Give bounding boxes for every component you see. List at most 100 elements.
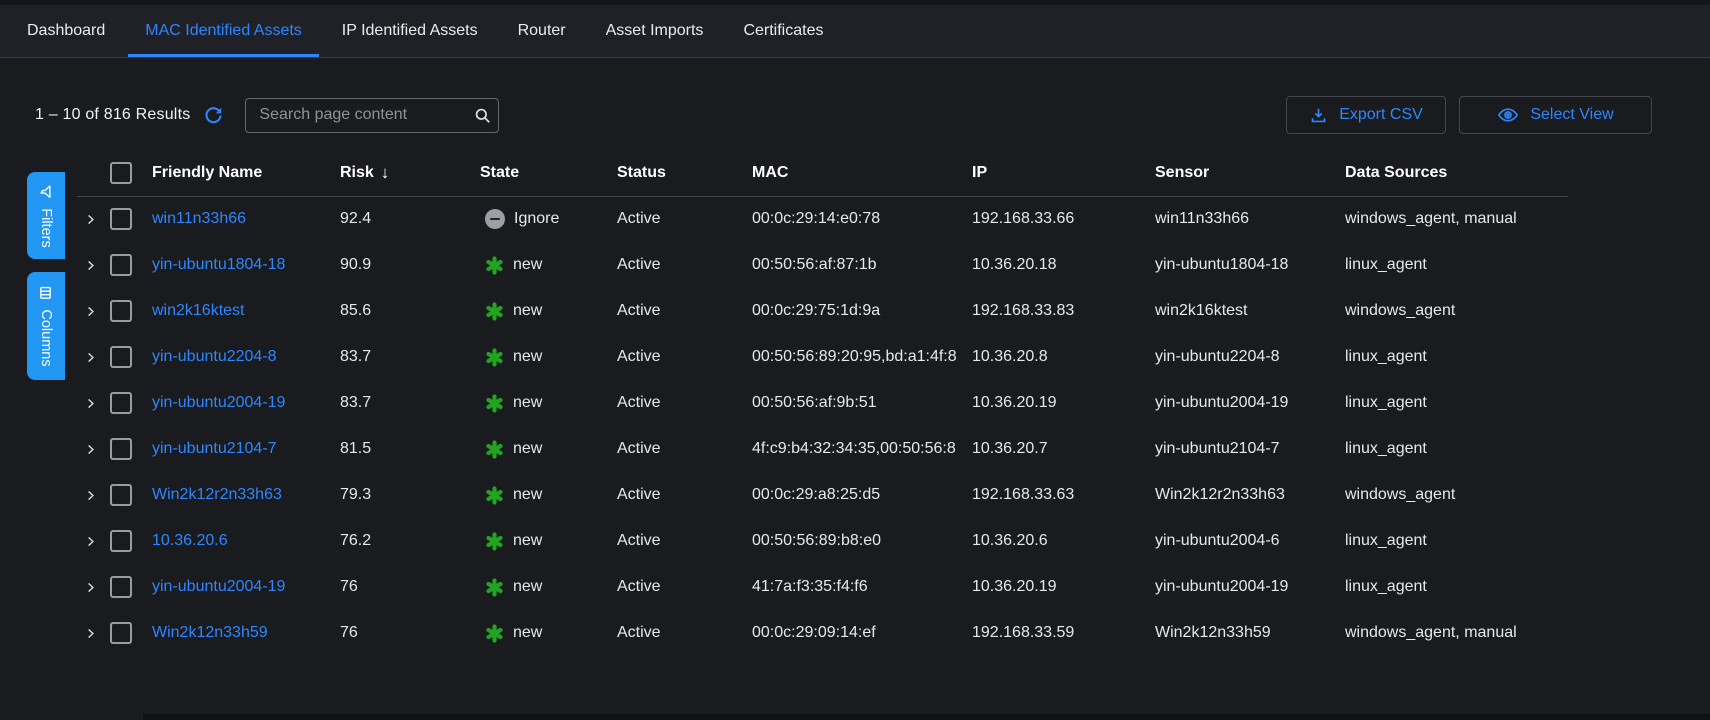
- ip-value: 10.36.20.19: [972, 380, 1057, 426]
- sensor-value: yin-ubuntu1804-18: [1155, 242, 1288, 288]
- table-row: win2k16ktest85.6newActive00:0c:29:75:1d:…: [0, 288, 1710, 334]
- ip-value: 10.36.20.8: [972, 334, 1048, 380]
- expand-row-icon[interactable]: [84, 196, 97, 242]
- select-view-button[interactable]: Select View: [1459, 96, 1652, 134]
- table-row: win11n33h6692.4IgnoreActive00:0c:29:14:e…: [0, 196, 1710, 242]
- mac-value: 00:50:56:89:b8:e0: [752, 518, 964, 564]
- tab-dashboard[interactable]: Dashboard: [10, 5, 122, 57]
- asset-name-link[interactable]: Win2k12r2n33h63: [152, 472, 282, 518]
- asset-name-link[interactable]: win11n33h66: [152, 196, 246, 242]
- select-all-checkbox[interactable]: [110, 162, 132, 184]
- mac-value: 00:0c:29:09:14:ef: [752, 610, 964, 656]
- sort-descending-icon: [381, 163, 390, 183]
- tab-certificates[interactable]: Certificates: [726, 5, 840, 57]
- ip-value: 10.36.20.6: [972, 518, 1048, 564]
- table-row: yin-ubuntu1804-1890.9newActive00:50:56:a…: [0, 242, 1710, 288]
- row-checkbox[interactable]: [110, 392, 132, 414]
- data-sources-value: linux_agent: [1345, 380, 1566, 426]
- row-checkbox[interactable]: [110, 530, 132, 552]
- new-state-icon: [485, 486, 504, 505]
- sensor-value: yin-ubuntu2004-6: [1155, 518, 1280, 564]
- expand-row-icon[interactable]: [84, 334, 97, 380]
- filters-tab-label: Filters: [38, 208, 54, 247]
- new-state-icon: [485, 440, 504, 459]
- risk-value: 92.4: [340, 196, 371, 242]
- expand-row-icon[interactable]: [84, 610, 97, 656]
- column-header-state[interactable]: State: [480, 150, 519, 196]
- new-state-icon: [485, 394, 504, 413]
- table-row: 10.36.20.676.2newActive00:50:56:89:b8:e0…: [0, 518, 1710, 564]
- tab-mac-identified-assets[interactable]: MAC Identified Assets: [128, 5, 319, 57]
- sensor-value: yin-ubuntu2004-19: [1155, 564, 1288, 610]
- state-cell: new: [485, 426, 542, 472]
- mac-value: 00:50:56:89:20:95,bd:a1:4f:8: [752, 334, 964, 380]
- asset-name-link[interactable]: yin-ubuntu1804-18: [152, 242, 285, 288]
- asset-name-link[interactable]: yin-ubuntu2204-8: [152, 334, 277, 380]
- asset-name-link[interactable]: yin-ubuntu2004-19: [152, 564, 285, 610]
- new-state-icon: [485, 302, 504, 321]
- tab-asset-imports[interactable]: Asset Imports: [589, 5, 721, 57]
- row-checkbox[interactable]: [110, 254, 132, 276]
- status-value: Active: [617, 610, 661, 656]
- search-input[interactable]: [246, 106, 466, 124]
- row-checkbox[interactable]: [110, 576, 132, 598]
- row-checkbox-cell: [110, 472, 132, 518]
- expand-row-icon[interactable]: [84, 426, 97, 472]
- state-cell: new: [485, 242, 542, 288]
- row-checkbox[interactable]: [110, 438, 132, 460]
- table-row: yin-ubuntu2204-883.7newActive00:50:56:89…: [0, 334, 1710, 380]
- expand-row-icon[interactable]: [84, 380, 97, 426]
- row-checkbox-cell: [110, 518, 132, 564]
- risk-value: 81.5: [340, 426, 371, 472]
- data-sources-value: linux_agent: [1345, 564, 1566, 610]
- mac-value: 00:0c:29:a8:25:d5: [752, 472, 964, 518]
- row-checkbox[interactable]: [110, 300, 132, 322]
- asset-name-link[interactable]: 10.36.20.6: [152, 518, 228, 564]
- state-cell: new: [485, 334, 542, 380]
- sensor-value: yin-ubuntu2204-8: [1155, 334, 1280, 380]
- expand-row-icon[interactable]: [84, 472, 97, 518]
- column-header-sensor[interactable]: Sensor: [1155, 150, 1209, 196]
- tab-ip-identified-assets[interactable]: IP Identified Assets: [325, 5, 495, 57]
- row-checkbox[interactable]: [110, 208, 132, 230]
- mac-value: 4f:c9:b4:32:34:35,00:50:56:8: [752, 426, 964, 472]
- expand-row-icon[interactable]: [84, 288, 97, 334]
- column-header-status[interactable]: Status: [617, 150, 666, 196]
- ip-value: 192.168.33.63: [972, 472, 1074, 518]
- filters-tab[interactable]: Filters: [27, 172, 65, 259]
- table-row: Win2k12r2n33h6379.3newActive00:0c:29:a8:…: [0, 472, 1710, 518]
- risk-value: 79.3: [340, 472, 371, 518]
- state-label: new: [513, 624, 542, 642]
- state-cell: new: [485, 288, 542, 334]
- row-checkbox[interactable]: [110, 346, 132, 368]
- sensor-value: yin-ubuntu2104-7: [1155, 426, 1280, 472]
- row-checkbox[interactable]: [110, 622, 132, 644]
- expand-row-icon[interactable]: [84, 242, 97, 288]
- table-body: win11n33h6692.4IgnoreActive00:0c:29:14:e…: [0, 196, 1710, 656]
- row-checkbox[interactable]: [110, 484, 132, 506]
- column-header-data-sources[interactable]: Data Sources: [1345, 150, 1447, 196]
- state-label: new: [513, 348, 542, 366]
- asset-name-link[interactable]: yin-ubuntu2104-7: [152, 426, 277, 472]
- asset-name-link[interactable]: Win2k12n33h59: [152, 610, 268, 656]
- search-box: [245, 98, 499, 133]
- data-sources-value: linux_agent: [1345, 334, 1566, 380]
- search-icon[interactable]: [466, 106, 498, 125]
- expand-row-icon[interactable]: [84, 518, 97, 564]
- risk-value: 83.7: [340, 334, 371, 380]
- tab-router[interactable]: Router: [501, 5, 583, 57]
- column-header-risk[interactable]: Risk: [340, 150, 389, 196]
- column-header-mac[interactable]: MAC: [752, 150, 788, 196]
- expand-row-icon[interactable]: [84, 564, 97, 610]
- asset-name-link[interactable]: win2k16ktest: [152, 288, 245, 334]
- main-nav: Dashboard MAC Identified Assets IP Ident…: [0, 5, 1710, 58]
- columns-tab[interactable]: Columns: [27, 272, 65, 380]
- asset-name-link[interactable]: yin-ubuntu2004-19: [152, 380, 285, 426]
- state-label: new: [513, 302, 542, 320]
- refresh-icon[interactable]: [203, 104, 225, 126]
- column-header-friendly-name[interactable]: Friendly Name: [152, 150, 262, 196]
- column-header-ip[interactable]: IP: [972, 150, 987, 196]
- new-state-icon: [485, 348, 504, 367]
- export-csv-button[interactable]: Export CSV: [1286, 96, 1446, 134]
- risk-header-label: Risk: [340, 164, 374, 182]
